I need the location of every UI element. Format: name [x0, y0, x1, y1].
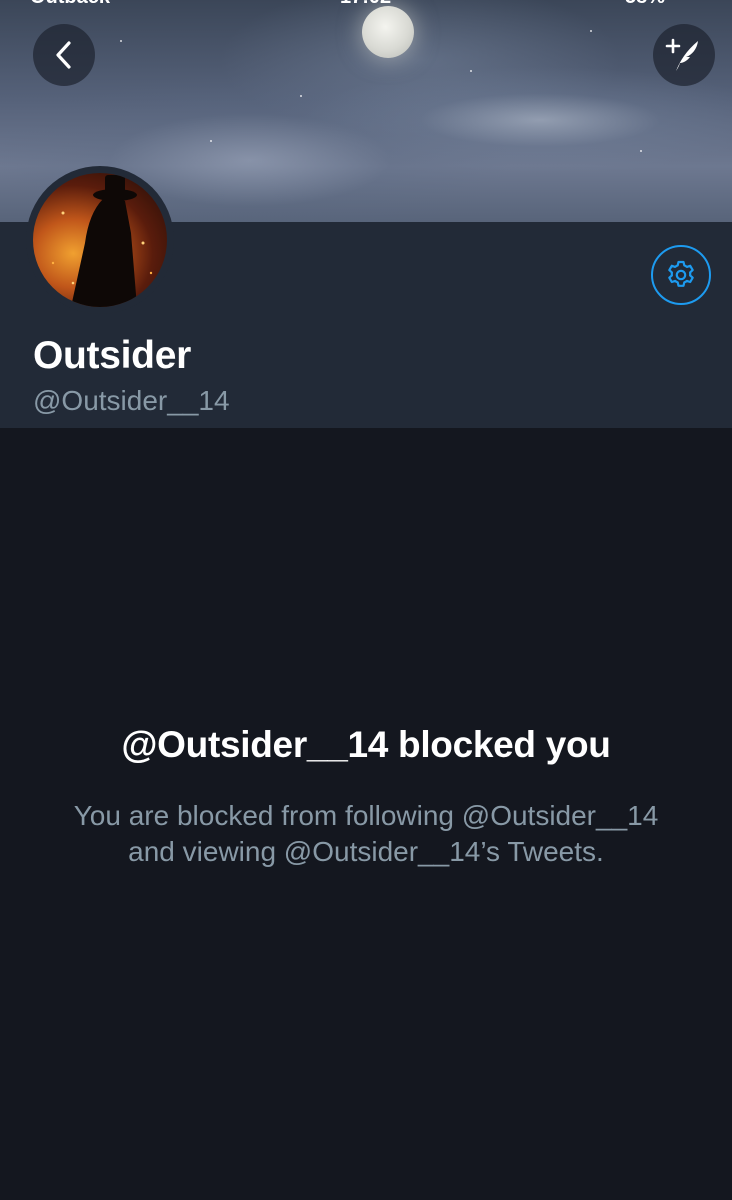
star	[470, 70, 472, 72]
blocked-description: You are blocked from following @Outsider…	[73, 800, 659, 867]
status-bar: Outback 17:02 58%	[0, 0, 732, 8]
compose-tweet-icon	[665, 38, 698, 71]
profile-display-name: Outsider	[33, 334, 191, 377]
blocked-title: @Outsider__14 blocked you	[121, 724, 611, 765]
avatar[interactable]	[26, 166, 174, 314]
star	[210, 140, 212, 142]
star	[300, 95, 302, 97]
moon-image	[362, 6, 414, 58]
profile-handle: @Outsider__14	[33, 385, 230, 416]
carrier-label: Outback	[30, 0, 110, 9]
compose-tweet-button[interactable]	[653, 24, 715, 86]
avatar-image	[33, 173, 167, 307]
star	[120, 40, 122, 42]
battery-label: 58%	[625, 0, 665, 9]
star	[590, 30, 592, 32]
chevron-left-icon	[56, 41, 71, 69]
back-button[interactable]	[33, 24, 95, 86]
time-label: 17:02	[340, 0, 391, 9]
star	[640, 150, 642, 152]
gear-icon	[668, 260, 694, 287]
silhouette-figure-image	[51, 175, 153, 307]
profile-settings-button[interactable]	[651, 245, 711, 305]
